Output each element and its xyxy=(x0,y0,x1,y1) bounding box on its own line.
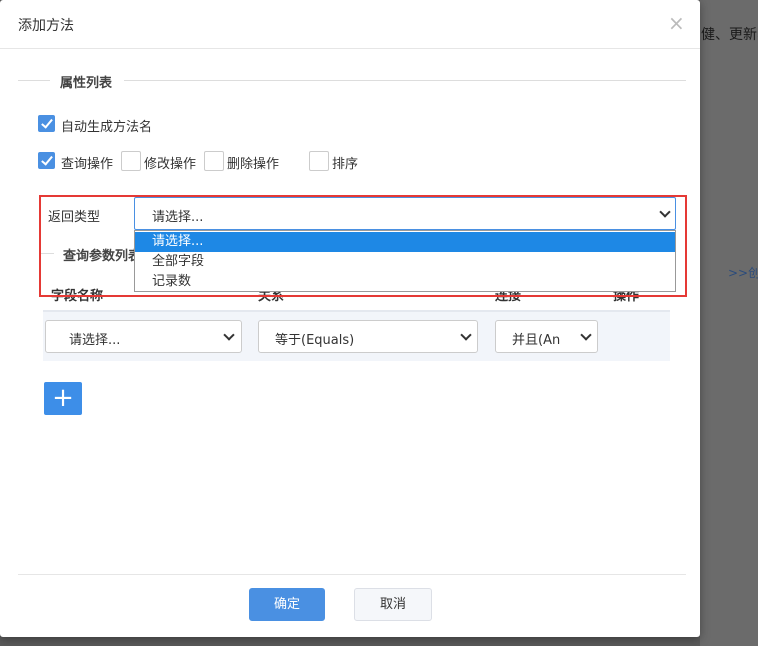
field-select-value: 请选择... xyxy=(69,333,121,348)
legend-divider xyxy=(124,80,686,81)
field-select[interactable]: 请选择... xyxy=(45,320,242,353)
delete-op-label: 删除操作 xyxy=(227,157,280,172)
add-method-dialog: 添加方法 × 属性列表 自动生成方法名 查询操作 修改操作 删除操作 排序 返回… xyxy=(0,0,700,637)
auto-name-checkbox[interactable] xyxy=(38,115,55,132)
add-row-button[interactable]: + xyxy=(44,382,82,415)
background-text: 健、更新、 xyxy=(701,27,758,43)
attributes-legend: 属性列表 xyxy=(60,76,113,91)
chevron-down-icon xyxy=(460,329,472,341)
dialog-title: 添加方法 xyxy=(18,18,74,34)
chevron-down-icon xyxy=(223,329,235,341)
sort-checkbox[interactable] xyxy=(309,151,329,171)
dropdown-option[interactable]: 请选择... xyxy=(135,232,675,252)
dialog-header: 添加方法 × xyxy=(0,0,700,49)
dropdown-option[interactable]: 全部字段 xyxy=(135,252,675,272)
return-type-label: 返回类型 xyxy=(48,210,101,225)
auto-name-label: 自动生成方法名 xyxy=(61,120,153,135)
relation-select-value: 等于(Equals) xyxy=(275,333,355,348)
legend-divider xyxy=(18,80,50,81)
close-icon[interactable]: × xyxy=(668,11,685,35)
background-link[interactable]: >>创 xyxy=(728,264,758,281)
relation-select[interactable]: 等于(Equals) xyxy=(258,320,478,353)
query-op-checkbox[interactable] xyxy=(38,152,55,169)
column-header: 字段名称 xyxy=(51,289,104,304)
return-type-dropdown: 请选择... 全部字段 记录数 xyxy=(134,230,676,292)
confirm-button[interactable]: 确定 xyxy=(249,588,325,621)
delete-op-checkbox[interactable] xyxy=(204,151,224,171)
update-op-label: 修改操作 xyxy=(144,157,197,172)
connector-select-value: 并且(An xyxy=(512,333,561,348)
footer-divider xyxy=(18,574,686,575)
query-op-label: 查询操作 xyxy=(61,157,114,172)
update-op-checkbox[interactable] xyxy=(121,151,141,171)
connector-select[interactable]: 并且(An xyxy=(495,320,598,353)
plus-icon: + xyxy=(52,383,74,413)
background-page xyxy=(700,0,758,646)
cancel-button[interactable]: 取消 xyxy=(354,588,432,621)
chevron-down-icon xyxy=(580,329,592,341)
return-type-select[interactable]: 请选择... xyxy=(134,197,676,230)
dropdown-option[interactable]: 记录数 xyxy=(135,272,675,292)
return-type-value: 请选择... xyxy=(152,210,204,225)
sort-label: 排序 xyxy=(332,157,359,172)
chevron-down-icon xyxy=(659,206,671,218)
query-params-legend: 查询参数列表 xyxy=(63,249,142,264)
table-row: 请选择... 等于(Equals) 并且(An xyxy=(43,312,670,361)
legend-divider xyxy=(40,253,54,254)
